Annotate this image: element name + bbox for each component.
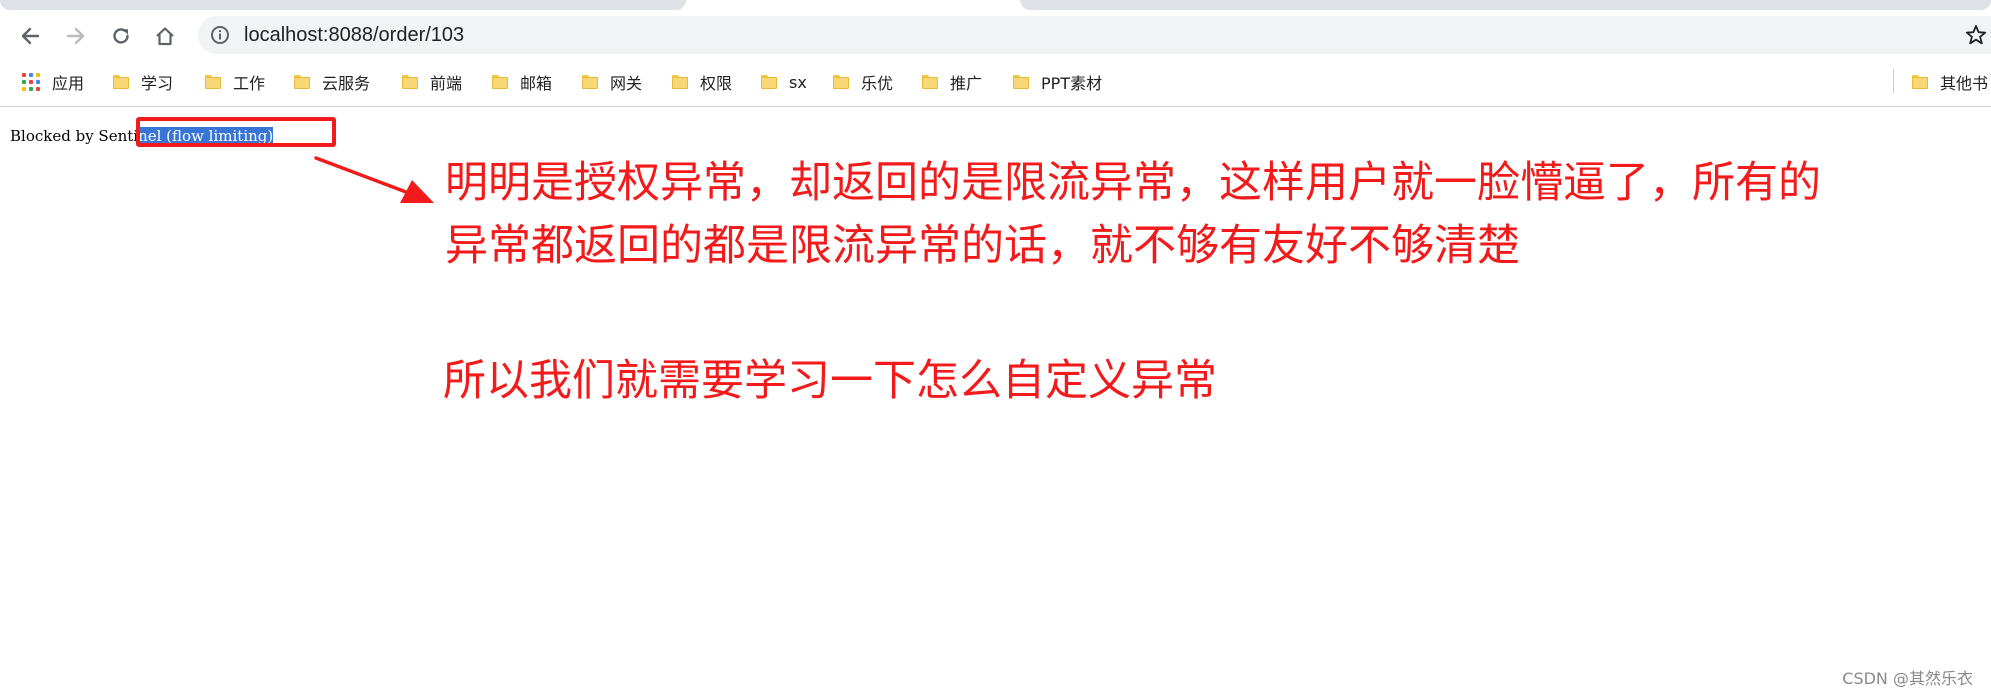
csdn-watermark: CSDN @其然乐衣: [1842, 669, 1973, 688]
bookmark-star-icon[interactable]: [1965, 24, 1987, 46]
bookmark-folder[interactable]: 学习: [113, 70, 173, 94]
address-bar[interactable]: localhost:8088/order/103: [198, 16, 1991, 54]
home-button[interactable]: [151, 22, 179, 50]
folder-icon: [294, 75, 310, 89]
folder-icon: [761, 75, 777, 89]
bookmark-label: 权限: [700, 74, 733, 93]
annotation-arrow-icon: [314, 156, 434, 203]
folder-icon: [1013, 75, 1029, 89]
bookmark-folder[interactable]: 推广: [922, 70, 982, 94]
inactive-tab[interactable]: [0, 0, 686, 10]
annotation-line-3: 所以我们就需要学习一下怎么自定义异常: [443, 356, 1217, 406]
reload-icon: [113, 28, 129, 44]
bookmark-folder[interactable]: 邮箱: [492, 70, 552, 94]
apps-grid-icon: [22, 73, 40, 91]
folder-icon: [113, 75, 129, 89]
bookmark-label: 工作: [233, 74, 266, 93]
browser-toolbar: localhost:8088/order/103: [0, 12, 1991, 60]
bookmark-folder[interactable]: 前端: [402, 70, 462, 94]
bookmark-label: 网关: [610, 74, 643, 93]
bookmarks-bar: 应用 学习 工作 云服务 前端 邮箱 网关 权限 sx 乐优 推广 PPT素材 …: [0, 60, 1991, 107]
folder-icon: [582, 75, 598, 89]
bookmark-folder[interactable]: 云服务: [294, 70, 370, 94]
bookmark-other-folder[interactable]: 其他书: [1912, 70, 1988, 94]
inactive-tab[interactable]: [1020, 0, 1991, 10]
bookmark-apps[interactable]: 应用: [22, 70, 84, 94]
bookmark-folder[interactable]: 网关: [582, 70, 642, 94]
folder-icon: [205, 75, 221, 89]
back-button[interactable]: [16, 22, 44, 50]
forward-arrow-icon: [66, 27, 85, 45]
reload-button[interactable]: [107, 22, 135, 50]
annotation-line-1: 明明是授权异常，却返回的是限流异常，这样用户就一脸懵逼了，所有的: [445, 158, 1821, 208]
url-text[interactable]: localhost:8088/order/103: [244, 24, 464, 47]
bookmark-folder[interactable]: PPT素材: [1013, 70, 1102, 94]
bookmark-label: 推广: [950, 74, 983, 93]
bookmark-label: 乐优: [861, 74, 894, 93]
folder-icon: [922, 75, 938, 89]
folder-icon: [492, 75, 508, 89]
back-arrow-icon: [21, 27, 40, 45]
forward-button[interactable]: [62, 22, 90, 50]
bookmark-label: 邮箱: [520, 74, 553, 93]
bookmark-label: 前端: [430, 74, 463, 93]
bookmark-label: sx: [789, 72, 807, 92]
folder-icon: [402, 75, 418, 89]
home-icon: [156, 27, 174, 46]
highlight-box: [136, 117, 336, 147]
folder-icon: [833, 75, 849, 89]
bookmark-label: PPT素材: [1041, 74, 1103, 93]
bookmark-folder[interactable]: 工作: [205, 70, 265, 94]
bookmark-label: 云服务: [322, 74, 371, 93]
bookmark-label: 其他书: [1940, 74, 1989, 93]
bookmark-folder[interactable]: 乐优: [833, 70, 893, 94]
annotation-line-2: 异常都返回的都是限流异常的话，就不够有友好不够清楚: [445, 221, 1520, 271]
bookmarks-divider: [1893, 69, 1894, 93]
folder-icon: [1912, 75, 1928, 89]
folder-icon: [672, 75, 688, 89]
blocked-message-prefix: Blocked by Senti: [10, 127, 139, 145]
bookmark-folder[interactable]: sx: [761, 70, 807, 94]
bookmark-label: 应用: [52, 74, 85, 93]
info-icon[interactable]: [210, 25, 230, 45]
tab-strip: [0, 0, 1991, 12]
bookmark-label: 学习: [141, 74, 174, 93]
bookmark-folder[interactable]: 权限: [672, 70, 732, 94]
